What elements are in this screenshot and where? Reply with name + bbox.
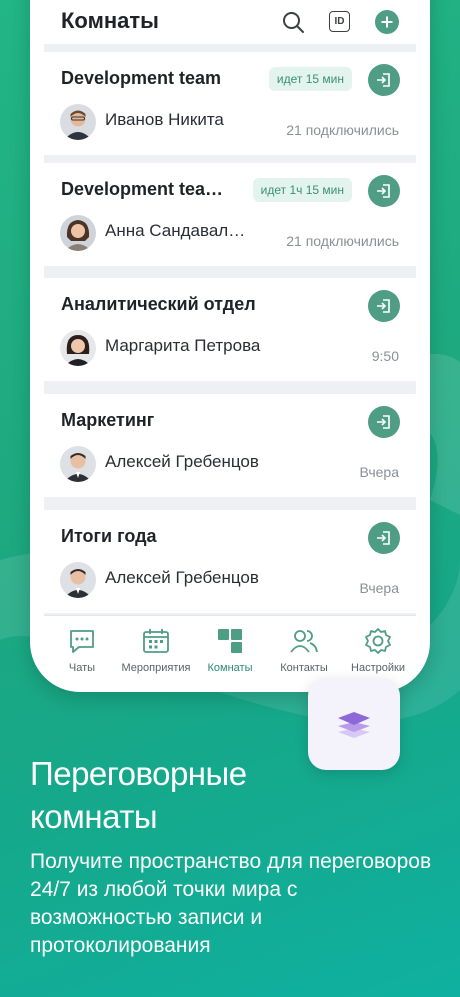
- tab-label: Мероприятия: [121, 662, 191, 674]
- host-name: Алексей Гребенцов: [105, 568, 259, 587]
- enter-room-button[interactable]: [368, 522, 400, 554]
- room-meta: 21 подключились: [286, 233, 399, 249]
- room-meta: Вчера: [359, 580, 399, 596]
- tab-settings[interactable]: Настройки: [341, 626, 415, 674]
- tab-label: Комнаты: [207, 662, 253, 674]
- rooms-icon: [218, 629, 242, 653]
- promo-description: Получите пространство для переговоров 24…: [30, 850, 432, 957]
- tab-contacts[interactable]: Контакты: [267, 626, 341, 674]
- room-name: Development tea…: [61, 179, 224, 199]
- headline-line: комнаты: [30, 798, 158, 835]
- room-card[interactable]: Аналитический отдел Маргарита Петрова 9:…: [44, 278, 416, 381]
- enter-room-button[interactable]: [368, 290, 400, 322]
- gear-icon: [365, 628, 391, 654]
- avatar: [60, 562, 96, 598]
- add-room-icon[interactable]: [375, 10, 399, 34]
- tab-events[interactable]: Мероприятия: [119, 626, 193, 674]
- enter-room-button[interactable]: [368, 175, 400, 207]
- host-name: Алексей Гребенцов: [105, 452, 259, 471]
- search-icon[interactable]: [281, 10, 305, 34]
- enter-icon: [377, 73, 390, 87]
- enter-icon: [377, 299, 390, 313]
- tab-chats[interactable]: Чаты: [45, 626, 119, 674]
- room-id-icon[interactable]: ID: [329, 11, 350, 32]
- enter-room-button[interactable]: [368, 406, 400, 438]
- enter-icon: [377, 184, 390, 198]
- room-status-badge: идет 1ч 15 мин: [252, 178, 352, 202]
- room-card[interactable]: Маркетинг Алексей Гребенцов Вчера: [44, 394, 416, 497]
- room-card[interactable]: Development team идет 15 мин Иванов Ники…: [44, 52, 416, 155]
- room-name: Development team: [61, 68, 222, 88]
- avatar: [60, 215, 96, 251]
- room-meta: 9:50: [371, 348, 399, 364]
- host-name: Анна Сандавал…: [105, 221, 246, 240]
- page-title: Комнаты: [61, 8, 159, 33]
- room-meta: Вчера: [359, 464, 399, 480]
- room-card[interactable]: Итоги года Алексей Гребенцов Вчера: [44, 510, 416, 613]
- chat-icon: [70, 630, 94, 653]
- calendar-icon: [143, 629, 169, 653]
- room-status-badge: идет 15 мин: [268, 67, 352, 91]
- host-name: Маргарита Петрова: [105, 336, 261, 355]
- enter-room-button[interactable]: [368, 64, 400, 96]
- tab-label: Чаты: [68, 662, 96, 674]
- tab-rooms[interactable]: Комнаты: [193, 626, 267, 674]
- avatar: [60, 104, 96, 140]
- room-name: Итоги года: [61, 526, 157, 546]
- tab-label: Контакты: [280, 662, 328, 674]
- contacts-icon: [290, 630, 318, 653]
- room-card[interactable]: Development tea… идет 1ч 15 мин Анна Сан…: [44, 163, 416, 266]
- enter-icon: [377, 415, 390, 429]
- room-name: Маркетинг: [61, 410, 155, 430]
- room-meta: 21 подключились: [286, 122, 399, 138]
- avatar: [60, 330, 96, 366]
- room-name: Аналитический отдел: [61, 294, 256, 314]
- top-bar: Комнаты ID: [44, 0, 416, 44]
- host-name: Иванов Никита: [105, 110, 224, 129]
- layers-icon: [338, 712, 370, 738]
- promo-headline: Переговорные комнаты: [30, 752, 430, 838]
- avatar: [60, 446, 96, 482]
- enter-icon: [377, 531, 390, 545]
- app-screen: Комнаты ID Development team идет 15 мин …: [44, 0, 416, 690]
- tab-label: Настройки: [351, 662, 405, 674]
- headline-line: Переговорные: [30, 755, 247, 792]
